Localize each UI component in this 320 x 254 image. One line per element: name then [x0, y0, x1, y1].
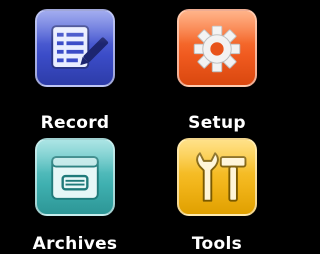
wrench-hammer-icon: [196, 152, 247, 202]
gear-icon: [193, 25, 241, 73]
record-label: Record: [40, 113, 110, 133]
archives-button[interactable]: [35, 138, 115, 216]
tools-label: Tools: [191, 234, 243, 254]
record-button[interactable]: [35, 9, 115, 87]
setup-label: Setup: [188, 113, 246, 133]
archive-box-icon: [51, 156, 99, 200]
setup-button[interactable]: [177, 9, 257, 87]
record-list-pen-icon: [51, 25, 109, 69]
archives-label: Archives: [32, 234, 118, 254]
tools-button[interactable]: [177, 138, 257, 216]
